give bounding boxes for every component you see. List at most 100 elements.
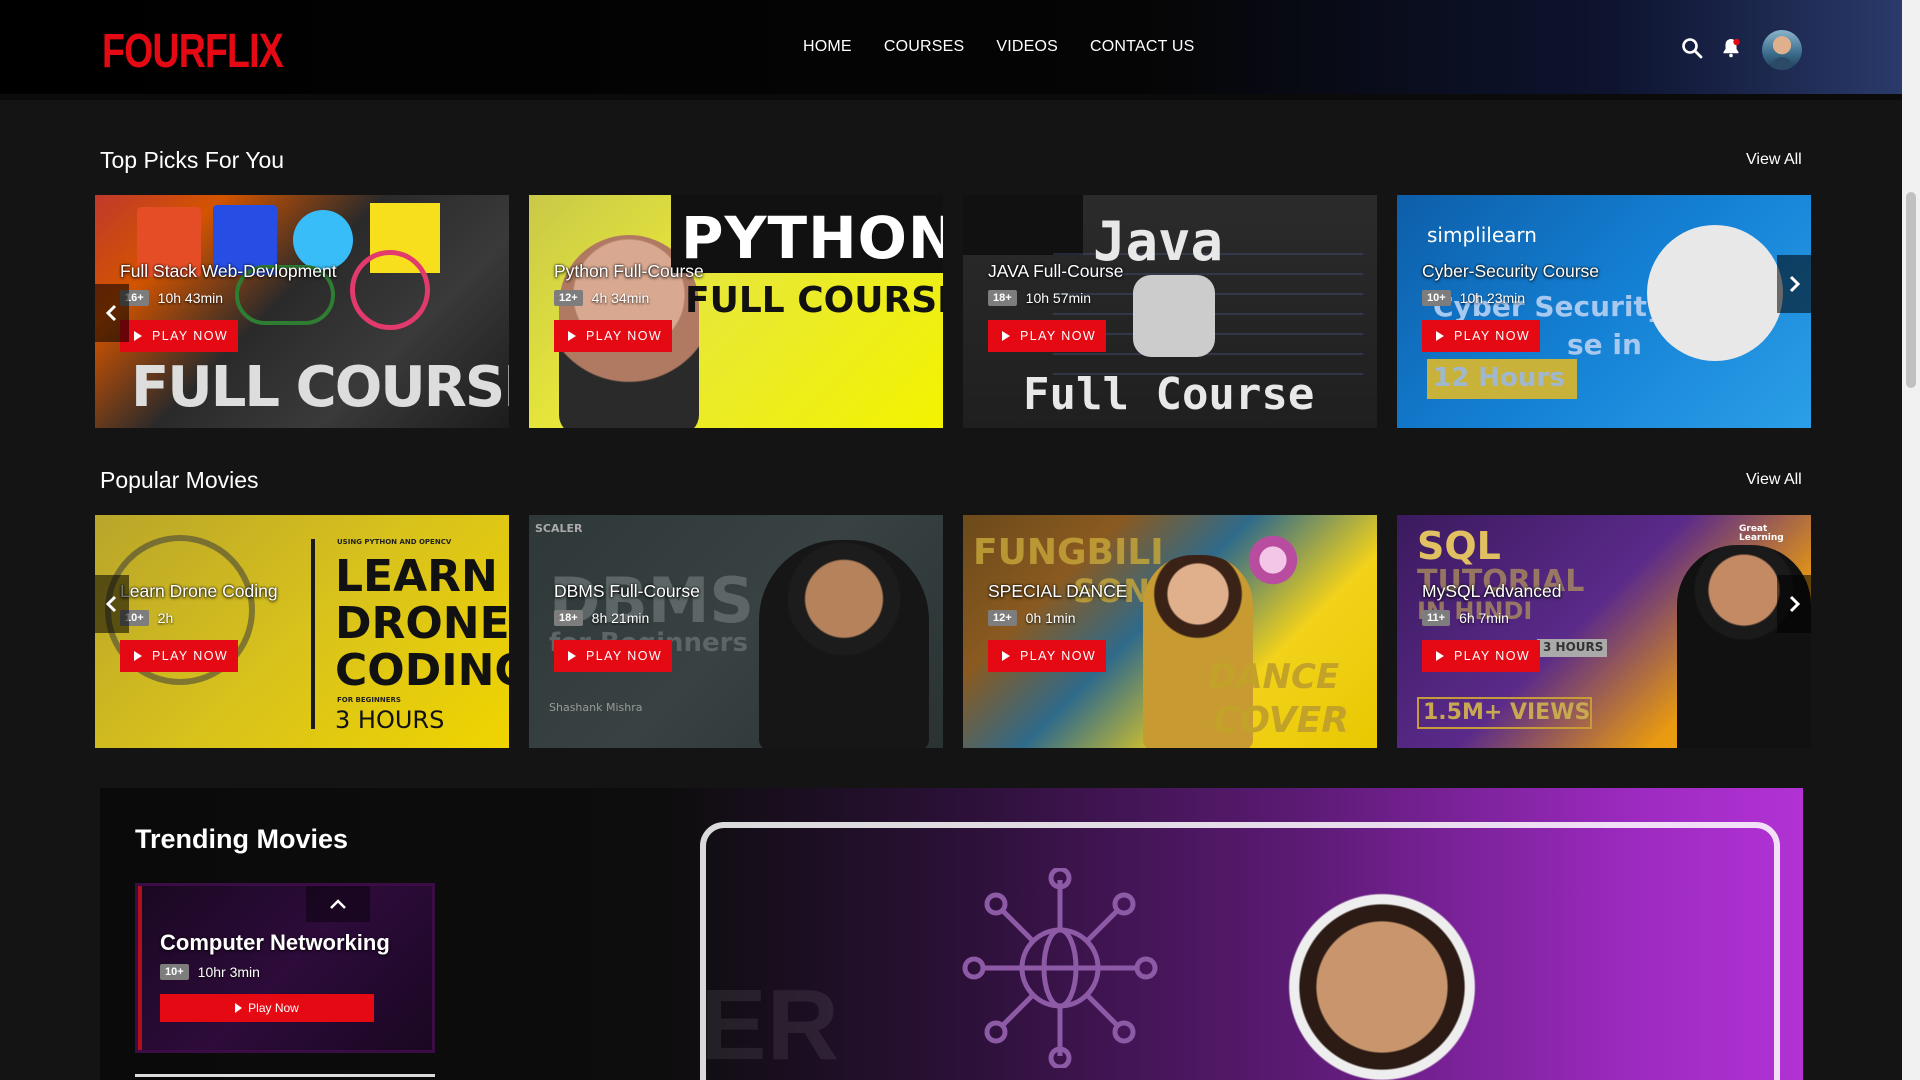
thumb-caption: SQL: [1417, 524, 1501, 568]
play-icon: [1436, 331, 1444, 341]
card-meta: 11+ 6h 7min: [1422, 610, 1561, 626]
age-rating-badge: 18+: [554, 610, 583, 626]
card-info: Learn Drone Coding 10+ 2h PLAY NOW: [120, 581, 278, 672]
hero-frame: [700, 822, 1780, 1080]
age-rating-badge: 10+: [160, 964, 189, 980]
play-now-button[interactable]: PLAY NOW: [120, 320, 238, 352]
play-now-button[interactable]: PLAY NOW: [1422, 640, 1540, 672]
card-title: Computer Networking: [160, 930, 390, 955]
thumb-caption: CODING: [335, 645, 509, 696]
play-icon: [1436, 651, 1444, 661]
play-now-button[interactable]: PLAY NOW: [120, 640, 238, 672]
section-title-top-picks: Top Picks For You: [100, 147, 285, 173]
card-title: MySQL Advanced: [1422, 581, 1562, 601]
play-label: PLAY NOW: [1020, 329, 1097, 343]
nav-videos[interactable]: VIDEOS: [996, 38, 1058, 56]
section-title-popular-movies: Popular Movies: [100, 467, 259, 493]
course-card[interactable]: FULL COURSE Full Stack Web-Devlopment 16…: [95, 195, 509, 428]
card-title: JAVA Full-Course: [988, 261, 1124, 281]
card-title: Python Full-Course: [554, 261, 704, 281]
scroll-up-button[interactable]: [306, 886, 370, 922]
thumb-caption: 3 HOURS: [335, 706, 445, 734]
card-meta: 18+ 8h 21min: [554, 610, 700, 626]
card-info: DBMS Full-Course 18+ 8h 21min PLAY NOW: [554, 581, 700, 672]
play-now-button[interactable]: PLAY NOW: [988, 640, 1106, 672]
thumb-caption: DANCE: [1208, 657, 1340, 697]
thumb-caption: FULL COURSE: [685, 280, 943, 321]
card-meta: 16+ 10h 43min: [120, 290, 337, 306]
page-scrollbar[interactable]: [1902, 0, 1920, 1080]
duration: 10h 43min: [157, 290, 224, 306]
nav-contact-us[interactable]: CONTACT US: [1090, 38, 1195, 56]
search-icon[interactable]: [1680, 36, 1704, 60]
carousel-next-button[interactable]: [1777, 255, 1811, 313]
view-all-popular-movies[interactable]: View All: [1746, 471, 1802, 489]
card-info: Python Full-Course 12+ 4h 34min PLAY NOW: [554, 261, 704, 352]
duration: 2h: [157, 610, 174, 626]
play-now-button[interactable]: PLAY NOW: [554, 640, 672, 672]
carousel-next-button[interactable]: [1777, 575, 1811, 633]
carousel-prev-button[interactable]: [95, 284, 129, 342]
duration: 4h 34min: [591, 290, 650, 306]
course-card[interactable]: PYTHON FULL COURSE Python Full-Course 12…: [529, 195, 943, 428]
thumb-brand: Great Learning: [1739, 524, 1784, 543]
thumb-brand: SCALER: [535, 522, 583, 535]
course-card[interactable]: simplilearn Cyber Security se in 12 Hour…: [1397, 195, 1811, 428]
thumb-caption: FOR BEGINNERS: [337, 696, 401, 704]
card-meta: 10+ 2h: [120, 610, 278, 626]
card-meta: 18+ 10h 57min: [988, 290, 1124, 306]
play-label: PLAY NOW: [586, 649, 663, 663]
age-rating-badge: 12+: [988, 610, 1017, 626]
fourflix-logo[interactable]: FOURFLIX: [102, 24, 284, 79]
age-rating-badge: 11+: [1422, 610, 1451, 626]
thumb-caption: 12 Hours: [1433, 363, 1565, 393]
play-icon: [1002, 651, 1010, 661]
course-card[interactable]: SCALER DBMS for Beginners Shashank Mishr…: [529, 515, 943, 748]
play-now-button[interactable]: Play Now: [160, 994, 374, 1022]
play-label: PLAY NOW: [1454, 329, 1531, 343]
course-card[interactable]: USING PYTHON AND OPENCV LEARN DRONE CODI…: [95, 515, 509, 748]
main-nav: HOME COURSES VIDEOS CONTACT US: [803, 38, 1227, 56]
trending-card[interactable]: Computer Networking 10+ 10hr 3min Play N…: [135, 883, 435, 1053]
card-meta: 10+ 10h 23min: [1422, 290, 1599, 306]
play-icon: [134, 651, 142, 661]
course-card[interactable]: FUNGBILI SONG DANCE COVER SPECIAL DANCE …: [963, 515, 1377, 748]
card-meta: 10+ 10hr 3min: [160, 964, 390, 980]
chevron-left-icon: [105, 595, 117, 613]
user-avatar[interactable]: [1762, 30, 1802, 70]
thumb-caption: DRONE: [335, 598, 509, 649]
card-title: SPECIAL DANCE: [988, 581, 1128, 601]
course-card[interactable]: Java Full Course JAVA Full-Course 18+ 10…: [963, 195, 1377, 428]
card-info: JAVA Full-Course 18+ 10h 57min PLAY NOW: [988, 261, 1124, 352]
play-label: PLAY NOW: [586, 329, 663, 343]
java-cup-icon: [1133, 275, 1215, 357]
section-title-trending-movies: Trending Movies: [135, 824, 349, 854]
card-info: Cyber-Security Course 10+ 10h 23min PLAY…: [1422, 261, 1599, 352]
scrollbar-thumb[interactable]: [1906, 192, 1916, 388]
play-label: Play Now: [248, 1001, 299, 1015]
play-now-button[interactable]: PLAY NOW: [554, 320, 672, 352]
play-icon: [568, 331, 576, 341]
course-card[interactable]: SQL TUTORIAL IN HINDI 3 HOURS 1.5M+ VIEW…: [1397, 515, 1811, 748]
nav-home[interactable]: HOME: [803, 38, 852, 56]
thumb-caption: Full Course: [1023, 369, 1315, 420]
play-icon: [134, 331, 142, 341]
nav-courses[interactable]: COURSES: [884, 38, 965, 56]
play-now-button[interactable]: PLAY NOW: [988, 320, 1106, 352]
carousel-prev-button[interactable]: [95, 575, 129, 633]
chevron-right-icon: [1789, 595, 1801, 613]
play-label: PLAY NOW: [152, 649, 229, 663]
play-label: PLAY NOW: [1020, 649, 1097, 663]
bell-icon[interactable]: [1719, 36, 1743, 60]
card-title: Cyber-Security Course: [1422, 261, 1599, 281]
react-logo: [350, 250, 430, 330]
thumb-caption: 1.5M+ VIEWS: [1423, 700, 1591, 725]
chevron-left-icon: [105, 304, 117, 322]
flower-decoration: [1233, 525, 1313, 595]
instructor-photo: [759, 540, 929, 748]
view-all-top-picks[interactable]: View All: [1746, 151, 1802, 169]
play-icon: [568, 651, 576, 661]
card-title: Full Stack Web-Devlopment: [120, 261, 337, 281]
thumb-brand: simplilearn: [1427, 223, 1537, 247]
play-now-button[interactable]: PLAY NOW: [1422, 320, 1540, 352]
